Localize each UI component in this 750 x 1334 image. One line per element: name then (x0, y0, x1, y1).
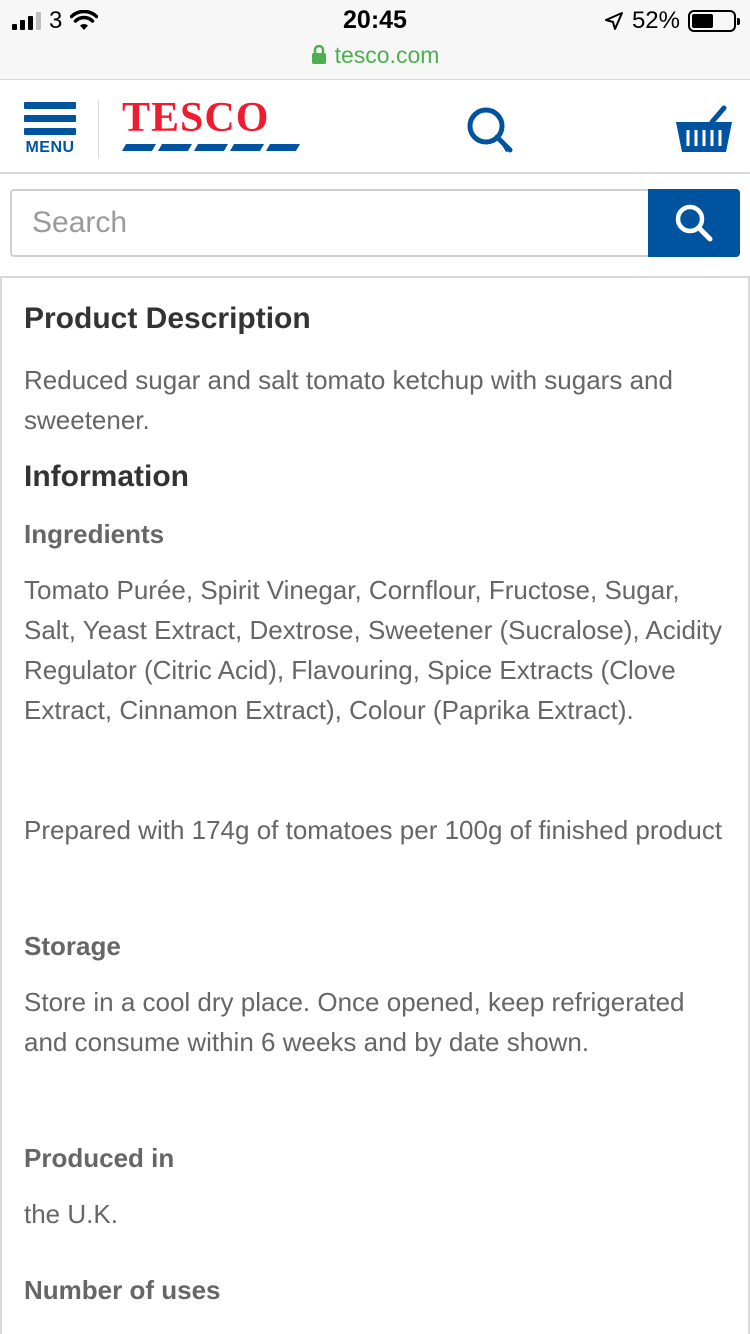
logo-text: TESCO (122, 95, 270, 141)
produced-in-heading: Produced in (24, 1143, 175, 1173)
site-header: MENU TESCO (0, 80, 750, 174)
prepared-text: Prepared with 174g of tomatoes per 100g … (24, 815, 723, 845)
hamburger-line (24, 115, 76, 122)
search-icon (675, 204, 713, 242)
storage-heading: Storage (24, 931, 121, 961)
product-details-panel: Product Description Reduced sugar and sa… (0, 276, 750, 1334)
product-description-heading: Product Description (24, 302, 311, 335)
information-heading: Information (24, 460, 189, 493)
battery-percent: 52% (631, 7, 680, 34)
url-bar[interactable]: tesco.com (0, 40, 750, 70)
search-bar (10, 189, 740, 257)
search-icon (467, 107, 513, 153)
location-arrow-icon (604, 12, 623, 30)
hamburger-icon (24, 102, 76, 109)
status-bar: 3 20:45 52% tesco.com (0, 0, 750, 80)
url-text: tesco.com (334, 41, 440, 68)
ingredients-heading: Ingredients (24, 519, 165, 549)
hamburger-line (24, 128, 76, 135)
search-input[interactable] (10, 189, 648, 257)
battery-icon (688, 10, 740, 32)
header-search-button[interactable] (462, 102, 518, 158)
ingredients-text: Tomato Purée, Spirit Vinegar, Cornflour,… (24, 575, 722, 725)
number-of-uses-heading: Number of uses (24, 1275, 221, 1305)
product-description-text: Reduced sugar and salt tomato ketchup wi… (24, 365, 673, 435)
logo-stripes (121, 144, 301, 151)
menu-label: MENU (25, 139, 75, 156)
tesco-logo[interactable]: TESCO (121, 95, 301, 154)
storage-text: Store in a cool dry place. Once opened, … (24, 987, 685, 1057)
basket-button[interactable] (672, 102, 736, 158)
search-submit-button[interactable] (648, 189, 740, 257)
lock-icon (311, 45, 326, 64)
produced-in-text: the U.K. (24, 1199, 118, 1229)
header-divider (98, 100, 99, 158)
menu-button[interactable]: MENU (22, 100, 78, 160)
basket-icon (676, 105, 732, 152)
status-right: 52% (604, 7, 740, 34)
